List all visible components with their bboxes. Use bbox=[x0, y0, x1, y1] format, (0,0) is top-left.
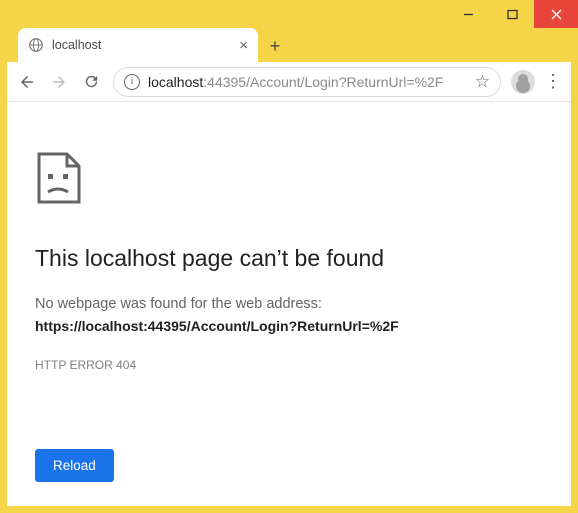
tab-title: localhost bbox=[52, 38, 231, 52]
tab-close-icon[interactable]: × bbox=[239, 37, 248, 54]
browser-toolbar: i localhost:44395/Account/Login?ReturnUr… bbox=[7, 62, 571, 102]
new-tab-button[interactable]: + bbox=[261, 32, 289, 60]
tab-strip: localhost × + bbox=[0, 28, 578, 62]
error-url: https://localhost:44395/Account/Login?Re… bbox=[35, 318, 543, 334]
error-code: HTTP ERROR 404 bbox=[35, 358, 543, 372]
reload-button[interactable]: Reload bbox=[35, 449, 114, 482]
url-host: localhost bbox=[148, 74, 203, 90]
reload-nav-button[interactable] bbox=[75, 66, 107, 98]
window-minimize-button[interactable] bbox=[446, 0, 490, 28]
url-text: localhost:44395/Account/Login?ReturnUrl=… bbox=[148, 74, 467, 90]
window-maximize-button[interactable] bbox=[490, 0, 534, 28]
globe-icon bbox=[28, 37, 44, 53]
profile-avatar[interactable] bbox=[511, 70, 535, 94]
site-info-icon[interactable]: i bbox=[124, 74, 140, 90]
page-content: This localhost page can’t be found No we… bbox=[7, 102, 571, 506]
browser-menu-button[interactable]: ⋮ bbox=[539, 71, 567, 92]
address-bar[interactable]: i localhost:44395/Account/Login?ReturnUr… bbox=[113, 67, 501, 97]
back-button[interactable] bbox=[11, 66, 43, 98]
bookmark-star-icon[interactable]: ☆ bbox=[475, 72, 490, 92]
window-titlebar bbox=[0, 0, 578, 28]
sad-page-icon bbox=[35, 150, 543, 211]
error-subline: No webpage was found for the web address… bbox=[35, 296, 543, 312]
browser-tab[interactable]: localhost × bbox=[18, 28, 258, 62]
url-rest: :44395/Account/Login?ReturnUrl=%2F bbox=[203, 74, 443, 90]
window-close-button[interactable] bbox=[534, 0, 578, 28]
error-headline: This localhost page can’t be found bbox=[35, 245, 543, 272]
forward-button[interactable] bbox=[43, 66, 75, 98]
